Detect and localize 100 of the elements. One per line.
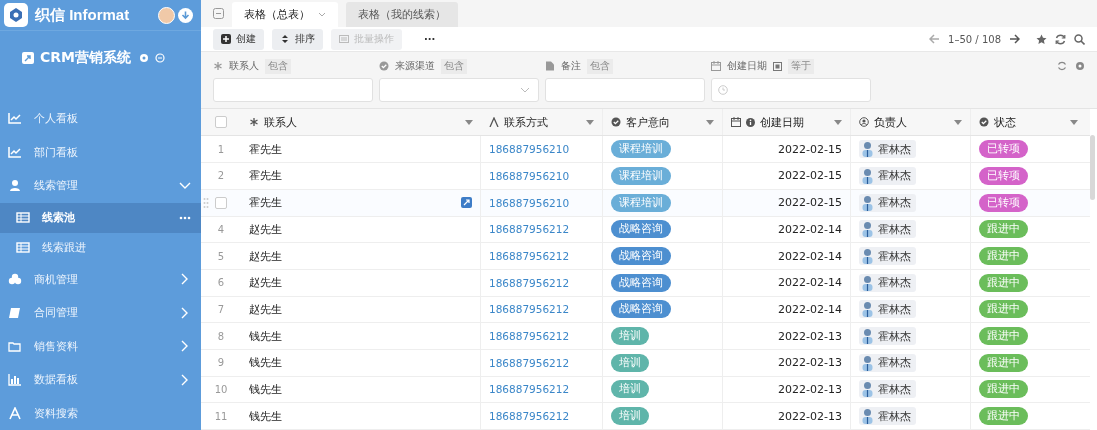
- table-row[interactable]: 10 钱先生 186887956212 培训 2022-02-13 霍林杰 跟进中: [201, 376, 1090, 404]
- person-circle-icon: [859, 117, 869, 128]
- table-row[interactable]: 1 霍先生 186887956210 课程培训 2022-02-15 霍林杰 已转项: [201, 136, 1090, 164]
- phone-link[interactable]: 186887956210: [489, 169, 570, 182]
- settings-icon[interactable]: [1075, 61, 1085, 72]
- sidebar-item[interactable]: 线索池: [0, 202, 201, 233]
- sidebar-item[interactable]: 资料搜索: [0, 396, 201, 430]
- phone-link[interactable]: 186887956212: [489, 356, 570, 369]
- tab[interactable]: 表格（总表）: [232, 2, 338, 28]
- more-icon[interactable]: [179, 215, 191, 220]
- table-row[interactable]: 5 赵先生 186887956212 战略咨询 2022-02-14 霍林杰 跟进中: [201, 243, 1090, 270]
- row-number: 2: [217, 170, 225, 182]
- status-tag: 跟进中: [979, 273, 1028, 292]
- phone-link[interactable]: 186887956212: [489, 276, 570, 289]
- phone-link[interactable]: 186887956212: [489, 383, 570, 396]
- table-cell: 2022-02-14: [778, 249, 842, 263]
- expand-icon[interactable]: [461, 197, 472, 209]
- row-checkbox[interactable]: [215, 196, 227, 209]
- caret-down-icon: [954, 119, 962, 125]
- refresh-icon[interactable]: [1057, 61, 1067, 72]
- scrollbar[interactable]: [1090, 135, 1095, 200]
- table-cell: 2022-02-15: [778, 196, 842, 210]
- column-header[interactable]: 客户意向: [603, 109, 723, 136]
- column-header[interactable]: 负责人: [851, 109, 971, 136]
- download-icon[interactable]: [178, 7, 193, 23]
- table-cell: 赵先生: [249, 275, 282, 291]
- toolbar-button[interactable]: 创建: [213, 28, 264, 50]
- table-cell: 赵先生: [249, 301, 282, 317]
- avatar-icon[interactable]: [158, 6, 175, 24]
- select-all-checkbox[interactable]: [215, 116, 227, 129]
- sidebar-item[interactable]: 商机管理: [0, 262, 201, 296]
- tab[interactable]: 表格（我的线索）: [346, 2, 458, 28]
- text-type-icon: [489, 117, 499, 128]
- sidebar-item[interactable]: 线索管理: [0, 169, 201, 203]
- column-header[interactable]: 创建日期: [723, 109, 851, 136]
- logo-icon: [4, 3, 28, 28]
- column-header[interactable]: 联系人: [241, 109, 481, 136]
- status-tag: 跟进中: [979, 353, 1028, 372]
- table-row[interactable]: 7 赵先生 186887956212 战略咨询 2022-02-14 霍林杰 跟进中: [201, 296, 1090, 324]
- phone-link[interactable]: 186887956210: [489, 196, 570, 209]
- phone-link[interactable]: 186887956210: [489, 143, 570, 156]
- phone-link[interactable]: 186887956212: [489, 303, 570, 316]
- person-avatar-icon: [861, 221, 874, 238]
- star-icon[interactable]: [1036, 33, 1047, 45]
- table-row[interactable]: 霍先生 186887956210 课程培训 2022-02-15 霍林杰 已转项: [201, 189, 1090, 217]
- sort-icon: [280, 34, 290, 45]
- column-header[interactable]: 状态: [971, 109, 1086, 136]
- sidebar-item[interactable]: 合同管理: [0, 296, 201, 330]
- asterisk-icon: [213, 61, 223, 72]
- collapse-icon[interactable]: [213, 8, 224, 20]
- owner-chip: 霍林杰: [859, 166, 916, 185]
- phone-link[interactable]: 186887956212: [489, 330, 570, 343]
- input-field[interactable]: [545, 78, 705, 103]
- phone-link[interactable]: 186887956212: [489, 223, 570, 236]
- caret-down-icon: [1070, 119, 1078, 125]
- chart-icon: [8, 145, 22, 159]
- row-number: 9: [217, 357, 225, 369]
- table-row[interactable]: 6 赵先生 186887956212 战略咨询 2022-02-14 霍林杰 跟进中: [201, 269, 1090, 297]
- toolbar-button[interactable]: ···: [416, 28, 444, 50]
- person-avatar-icon: [861, 167, 874, 184]
- sidebar-item[interactable]: 数据看板: [0, 363, 201, 397]
- column-header[interactable]: 联系方式: [481, 109, 603, 136]
- filter-label: 备注: [561, 59, 581, 74]
- caret-down-icon: [465, 119, 473, 125]
- input-field[interactable]: [213, 78, 373, 103]
- arrow-left-icon[interactable]: [929, 34, 941, 45]
- table-cell: 2022-02-13: [778, 382, 842, 396]
- refresh-icon[interactable]: [1055, 33, 1066, 45]
- operator-chip[interactable]: 包含: [441, 58, 467, 74]
- dropdown-field[interactable]: [379, 78, 539, 103]
- table-row[interactable]: 11 钱先生 186887956212 培训 2022-02-13 霍林杰 跟进中: [201, 403, 1090, 430]
- arrow-right-icon[interactable]: [1009, 34, 1020, 45]
- table-row[interactable]: 8 钱先生 186887956212 培训 2022-02-13 霍林杰 跟进中: [201, 323, 1090, 350]
- sidebar-item[interactable]: 线索跟进: [0, 232, 201, 263]
- operator-chip[interactable]: 包含: [265, 58, 291, 74]
- owner-chip: 霍林杰: [859, 273, 916, 292]
- table-cell: 2022-02-14: [778, 222, 842, 236]
- sidebar-item[interactable]: 销售资料: [0, 329, 201, 363]
- table-row[interactable]: 4 赵先生 186887956212 战略咨询 2022-02-14 霍林杰 跟进中: [201, 216, 1090, 244]
- drag-handle-icon[interactable]: [203, 196, 209, 209]
- toolbar-button[interactable]: 排序: [272, 28, 323, 50]
- owner-chip: 霍林杰: [859, 300, 916, 319]
- sidebar-item[interactable]: 部门看板: [0, 135, 201, 169]
- search-icon[interactable]: [1074, 33, 1085, 45]
- row-number: 4: [217, 223, 225, 235]
- table-row[interactable]: 9 钱先生 186887956212 培训 2022-02-13 霍林杰 跟进中: [201, 349, 1090, 377]
- status-tag: 跟进中: [979, 407, 1028, 426]
- toggle-icon[interactable]: [773, 61, 782, 71]
- table-cell: 钱先生: [249, 328, 282, 344]
- operator-chip[interactable]: 包含: [587, 58, 613, 74]
- check-circle-icon: [611, 117, 621, 128]
- phone-link[interactable]: 186887956212: [489, 410, 570, 423]
- phone-link[interactable]: 186887956212: [489, 250, 570, 263]
- table-row[interactable]: 2 霍先生 186887956210 课程培训 2022-02-15 霍林杰 已转项: [201, 163, 1090, 190]
- table-cell: 2022-02-14: [778, 302, 842, 316]
- date-field[interactable]: [711, 78, 871, 103]
- settings-icon[interactable]: [139, 52, 149, 63]
- operator-chip[interactable]: 等于: [788, 58, 814, 74]
- sidebar-item[interactable]: 个人看板: [0, 102, 201, 136]
- caret-icon: [318, 11, 326, 18]
